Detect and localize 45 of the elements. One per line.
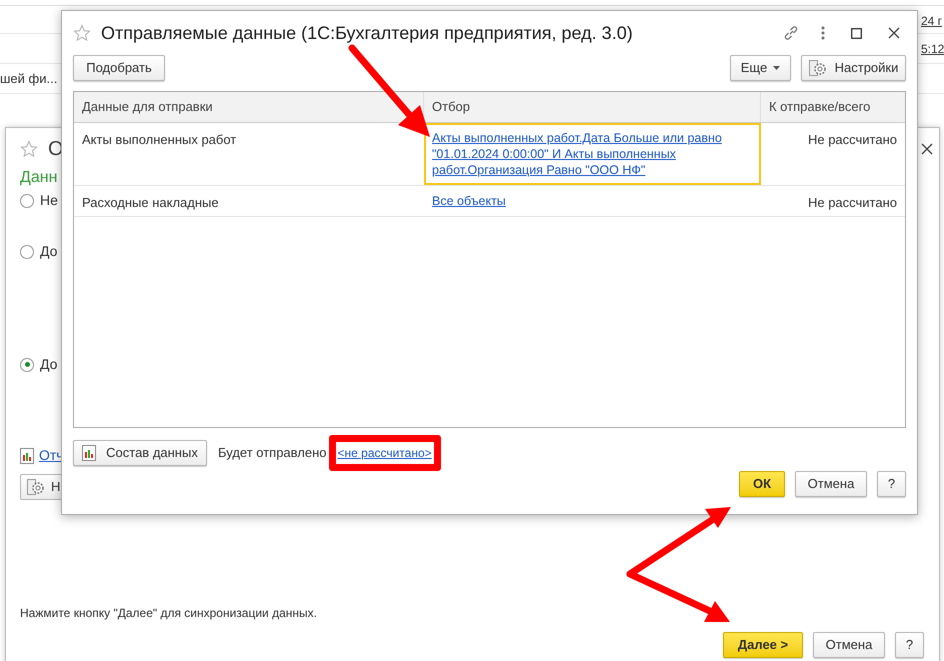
report-icon [82,445,96,461]
radio-button[interactable] [20,194,34,208]
table-cell-text: Не рассчитано [808,131,897,149]
radio-label: До [40,242,58,261]
radio-label: До [40,355,58,374]
pick-button[interactable]: Подобрать [73,55,165,81]
help-button[interactable]: ? [877,471,906,497]
radio-button[interactable] [20,358,34,372]
dialog-title: Отправляемые данные (1С:Бухгалтерия предприятия, ред. 3.0) [101,22,633,45]
section-title: Данн [20,168,58,188]
filter-link[interactable]: Акты выполненных работ.Дата Больше или равно "01.01.2024 0:00:00" И Акты выполненных работ.Организация Равно "ООО НФ" [432,130,753,178]
help-button[interactable]: ОК [739,471,785,497]
radio-label: Не [40,191,58,210]
more-button[interactable]: Еще [730,55,791,81]
compose-button[interactable]: Состав данных [73,440,207,466]
more-icon[interactable] [821,26,825,40]
help-button[interactable]: ? [895,632,924,658]
caret-icon [773,66,780,70]
close-icon[interactable] [921,143,933,155]
cancel-button[interactable]: Отмена [795,471,867,497]
settings-button[interactable]: Настройки [801,55,906,81]
column-header[interactable]: К отправке/всего [761,92,905,122]
list-item-text: шей фи... [0,70,58,88]
report-icon [20,448,34,464]
star-icon[interactable] [73,24,91,42]
maximize-icon[interactable] [851,28,862,38]
table-cell: Расходные накладные [82,195,219,210]
star-icon[interactable] [20,140,38,158]
table-cell-text: Не рассчитано [808,194,897,212]
radio-button[interactable] [20,244,34,258]
date-link[interactable]: 24 г [921,12,942,30]
link-icon[interactable] [783,25,799,41]
filter-cell[interactable]: Все объекты [424,186,761,216]
settings-icon [808,59,827,77]
primary-button[interactable]: Далее > [723,632,803,658]
close-icon[interactable] [888,27,900,39]
hint-text: Нажмите кнопку "Далее" для синхронизации данных. [20,605,318,622]
will-send-label: Будет отправлено [218,444,326,462]
cancel-button[interactable]: Отмена [813,632,885,658]
table-cell: Акты выполненных работ [82,132,236,147]
filter-cell[interactable]: Акты выполненных работ.Дата Больше или равно "01.01.2024 0:00:00" И Акты выполненных работ.Организация Равно "ООО НФ" [424,123,761,185]
not-calculated-link[interactable]: <не рассчитано> [338,446,432,460]
settings-icon [27,478,45,496]
date-link[interactable]: 5:12 [921,40,944,58]
filter-link[interactable]: Все объекты [432,193,753,209]
